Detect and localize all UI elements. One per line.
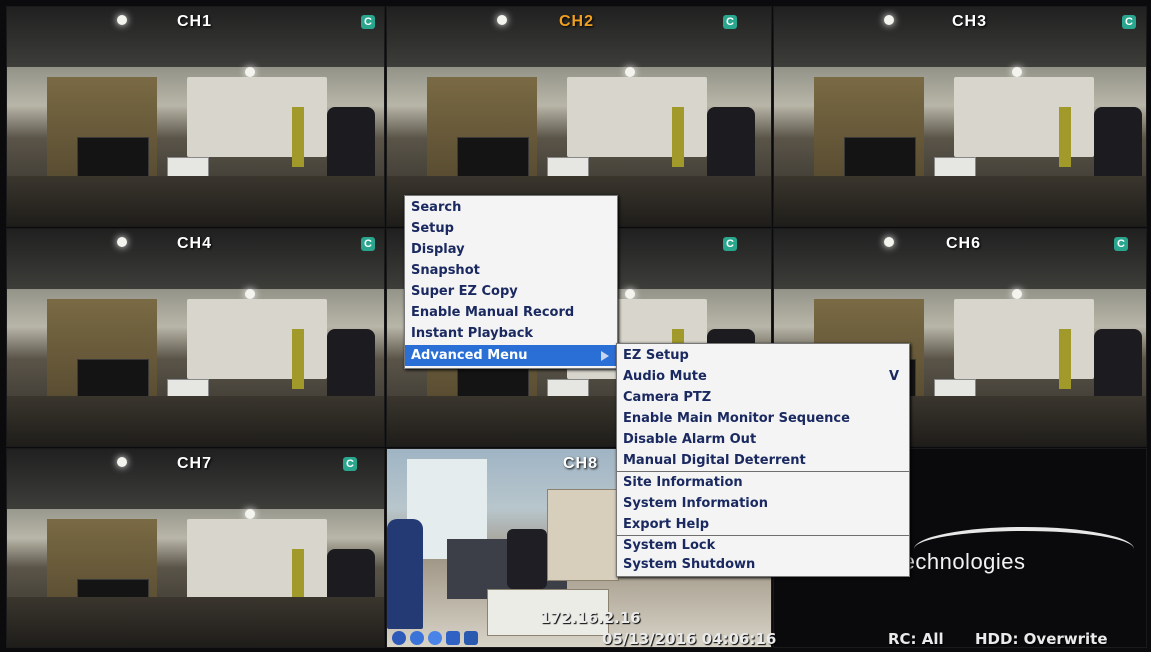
menu-item-search[interactable]: Search [405,197,617,218]
record-status-badge: C [723,237,737,251]
channel-label: CH6 [946,235,982,252]
menu-item-display[interactable]: Display [405,239,617,260]
record-status-badge: C [723,15,737,29]
record-icon [410,631,424,645]
scene-wall [187,77,327,157]
scene-light [625,289,635,299]
advanced-submenu: EZ Setup Audio Mute V Camera PTZ Enable … [616,343,910,577]
network-icon [392,631,406,645]
record-status-badge: C [361,15,375,29]
scene-pillar [672,107,684,167]
menu-item-camera-ptz[interactable]: Camera PTZ [617,387,909,408]
scene-pillar [292,107,304,167]
menu-item-label: Advanced Menu [411,348,528,363]
scene-light [245,289,255,299]
scene-light [245,67,255,77]
scene-wall [954,299,1094,379]
menu-item-enable-main-monitor-sequence[interactable]: Enable Main Monitor Sequence [617,408,909,429]
scene-light [1012,67,1022,77]
scene-light [117,457,127,467]
scene-wall [187,519,327,599]
menu-item-instant-playback[interactable]: Instant Playback [405,323,617,344]
clock-icon [428,631,442,645]
menu-item-system-lock[interactable]: System Lock [617,535,909,556]
scene-chair [507,529,547,589]
record-status-badge: C [1122,15,1136,29]
menu-item-advanced-menu[interactable]: Advanced Menu [405,345,617,366]
camera-tile-ch7[interactable]: CH7 C [6,448,385,648]
check-mark-icon: V [888,369,899,384]
camera-tile-ch1[interactable]: CH1 C [6,6,385,227]
camera-tile-ch2[interactable]: CH2 C [386,6,772,227]
menu-item-export-help[interactable]: Export Help [617,514,909,535]
scene-light [884,15,894,25]
record-status-badge: C [361,237,375,251]
menu-item-manual-digital-deterrent[interactable]: Manual Digital Deterrent [617,450,909,471]
scene-floor [7,176,384,226]
ip-address-label: 172.16.2.16 [540,609,641,627]
brand-logo-text: technologies [896,549,1026,574]
menu-item-enable-manual-record[interactable]: Enable Manual Record [405,302,617,323]
scene-pillar [1059,329,1071,389]
menu-item-system-shutdown[interactable]: System Shutdown [617,554,909,575]
rc-status: RC: All [888,630,944,648]
menu-item-disable-alarm-out[interactable]: Disable Alarm Out [617,429,909,450]
camera-tile-ch4[interactable]: CH4 C [6,228,385,447]
hdd-status: HDD: Overwrite [975,630,1108,648]
scene-pillar [1059,107,1071,167]
usb-icon [446,631,460,645]
scene-light [1012,289,1022,299]
scene-wall [954,77,1094,157]
scene-light [117,237,127,247]
menu-item-label: Audio Mute [623,369,707,384]
camera-tile-ch3[interactable]: CH3 C [773,6,1147,227]
channel-label: CH4 [177,235,213,252]
main-context-menu: Search Setup Display Snapshot Super EZ C… [404,195,618,369]
channel-label: CH8 [563,455,599,472]
menu-item-system-information[interactable]: System Information [617,493,909,514]
scene-carton [547,489,619,581]
scene-floor [7,396,384,446]
scene-wall [567,77,707,157]
scene-floor [774,176,1146,226]
record-status-badge: C [1114,237,1128,251]
scene-light [245,509,255,519]
scene-floor [7,597,384,647]
scene-person [387,519,423,629]
channel-label: CH1 [177,13,213,30]
disk-icon [464,631,478,645]
scene-pillar [292,329,304,389]
menu-item-audio-mute[interactable]: Audio Mute V [617,366,909,387]
menu-item-super-ez-copy[interactable]: Super EZ Copy [405,281,617,302]
channel-label: CH3 [952,13,988,30]
scene-wall [187,299,327,379]
datetime-display: 05/13/2016 04:06:16 [602,630,777,648]
menu-item-snapshot[interactable]: Snapshot [405,260,617,281]
menu-item-site-information[interactable]: Site Information [617,472,909,493]
channel-label: CH2 [559,13,595,30]
scene-light [625,67,635,77]
channel-label: CH7 [177,455,213,472]
record-status-badge: C [343,457,357,471]
menu-item-setup[interactable]: Setup [405,218,617,239]
menu-item-ez-setup[interactable]: EZ Setup [617,345,909,366]
status-icons [392,630,492,646]
submenu-arrow-icon [601,351,609,361]
scene-light [497,15,507,25]
scene-light [117,15,127,25]
scene-light [884,237,894,247]
